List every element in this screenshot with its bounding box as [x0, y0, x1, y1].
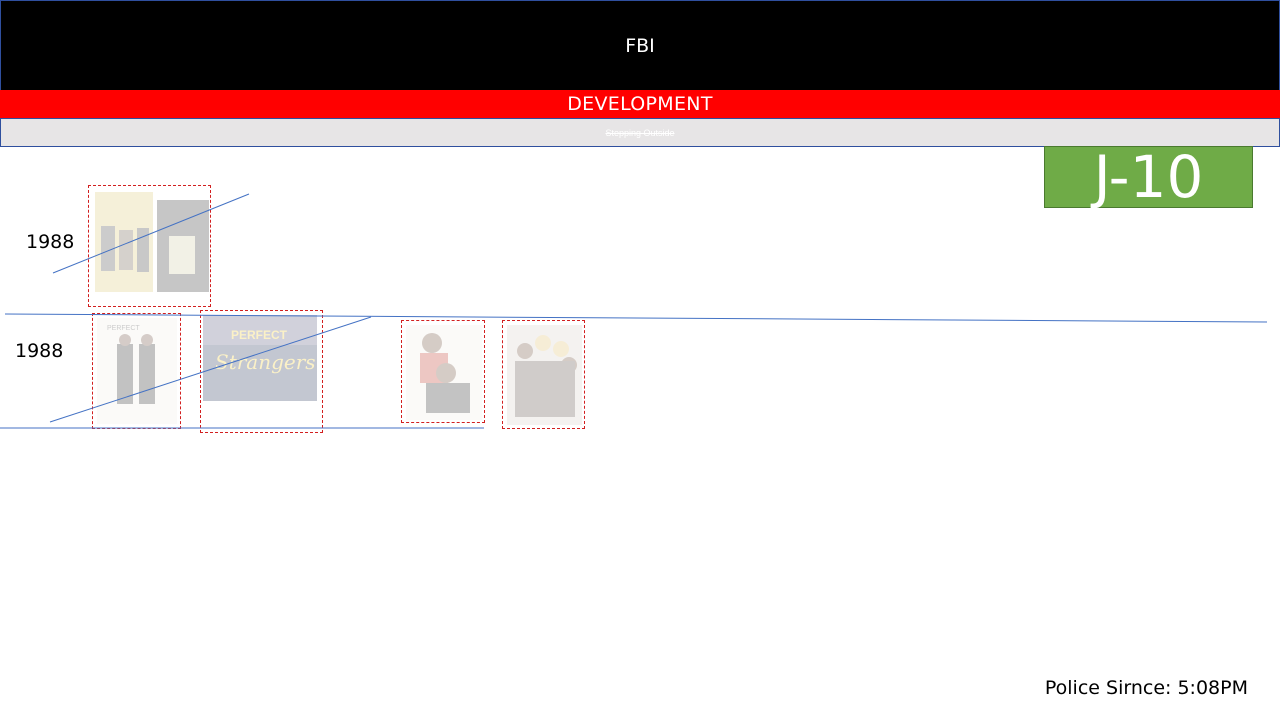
photo-frame[interactable]	[88, 185, 211, 307]
slide-badge: J-10	[1044, 146, 1253, 208]
svg-text:PERFECT: PERFECT	[107, 325, 140, 332]
svg-text:Strangers: Strangers	[215, 350, 316, 374]
year-label: 1988	[15, 340, 64, 362]
page-title: FBI	[625, 34, 655, 57]
vhs-cover-image	[95, 192, 209, 292]
subtitle-bar: DEVELOPMENT	[0, 90, 1280, 118]
photo-frame[interactable]	[401, 320, 485, 423]
badge-label: J-10	[1093, 143, 1204, 211]
header-bar: FBI	[0, 0, 1280, 91]
note-bar: Stepping Outside	[0, 118, 1280, 147]
struck-note: Stepping Outside	[605, 127, 675, 138]
footer-label: Police Sirnce:	[1044, 677, 1172, 699]
photo-frame[interactable]	[502, 320, 585, 429]
svg-text:PERFECT: PERFECT	[231, 328, 288, 342]
photo-frame[interactable]: PERFECT Strangers	[200, 310, 323, 433]
group-photo-image	[507, 325, 582, 425]
title-card-image: PERFECT Strangers	[203, 315, 317, 401]
photo-frame[interactable]: PERFECT	[92, 313, 181, 429]
footer-time: 5:08PM	[1177, 677, 1248, 699]
poster-image: PERFECT	[97, 318, 177, 424]
page-subtitle: DEVELOPMENT	[567, 93, 713, 115]
year-label: 1988	[26, 231, 75, 253]
divider-line	[4, 313, 1268, 323]
footer-status: Police Sirnce: 5:08PM	[1045, 677, 1248, 699]
cast-photo-image	[406, 325, 482, 420]
